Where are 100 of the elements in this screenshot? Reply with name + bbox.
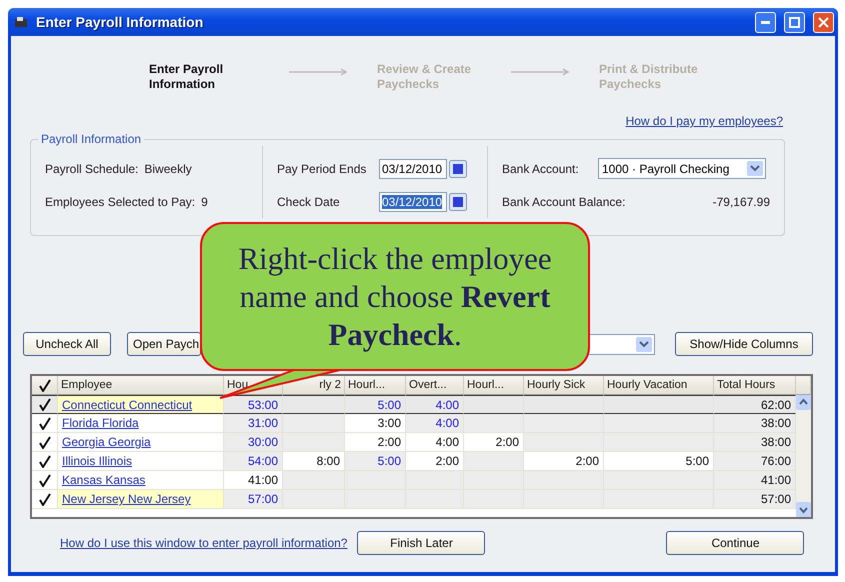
table-cell: 4:00 — [406, 414, 464, 433]
table-cell — [283, 471, 345, 490]
app-icon — [14, 16, 28, 28]
step-label: Review & Create Paychecks — [377, 62, 472, 92]
check-icon — [38, 398, 50, 411]
table-cell: 76:00 — [714, 452, 796, 471]
check-icon — [38, 492, 50, 506]
column-header[interactable]: Hourly Vacation — [604, 376, 714, 395]
field-label: Check Date — [277, 194, 341, 208]
column-header[interactable]: Overt... — [406, 376, 464, 395]
table-cell: 38:00 — [714, 414, 796, 433]
column-header[interactable]: Hourl... — [464, 376, 524, 395]
table-cell: 5:00 — [345, 395, 406, 414]
table-cell: 4:00 — [406, 395, 464, 414]
calendar-icon[interactable] — [449, 192, 467, 210]
table-cell: 3:00 — [345, 414, 406, 433]
date-field[interactable]: 03/12/2010 — [379, 158, 447, 178]
check-icon — [38, 436, 50, 448]
scroll-up-icon[interactable] — [796, 395, 811, 410]
row-checkbox[interactable] — [32, 395, 58, 414]
employee-link[interactable]: Connecticut Connecticut — [62, 398, 192, 412]
check-icon — [38, 474, 50, 486]
arrow-icon — [511, 68, 569, 76]
uncheck-all-button[interactable]: Uncheck All — [23, 332, 111, 356]
bank-account-dropdown[interactable]: 1000 · Payroll Checking — [598, 158, 766, 179]
table-cell: 62:00 — [714, 395, 796, 414]
column-header — [796, 376, 811, 395]
table-cell — [406, 490, 464, 509]
table-cell — [464, 490, 524, 509]
help-link[interactable]: How do I use this window to enter payroll information? — [60, 536, 348, 550]
table-cell — [464, 414, 524, 433]
table-cell: 2:00 — [345, 433, 406, 452]
step-label: Print & Distribute Paychecks — [599, 62, 699, 92]
field-label: Bank Account: — [502, 162, 580, 176]
field-value: Biweekly — [144, 162, 192, 176]
check-icon — [38, 416, 50, 430]
field-value: -79,167.99 — [712, 194, 770, 208]
table-cell: 5:00 — [604, 452, 714, 471]
table-cell: 2:00 — [464, 433, 524, 452]
maximize-button[interactable] — [784, 12, 805, 32]
table-cell: 41:00 — [714, 471, 796, 490]
table-cell — [283, 490, 345, 509]
employee-link[interactable]: Kansas Kansas — [62, 473, 146, 487]
scroll-down-icon[interactable] — [796, 502, 811, 517]
minimize-button[interactable] — [755, 12, 776, 32]
table-cell: 53:00 — [224, 395, 283, 414]
step-label: Enter Payroll Information — [149, 62, 224, 92]
employee-link[interactable]: New Jersey New Jersey — [62, 492, 191, 506]
table-cell: 8:00 — [283, 452, 345, 471]
table-cell: 30:00 — [224, 433, 283, 452]
table-cell — [464, 471, 524, 490]
minimize-icon — [761, 20, 770, 24]
table-cell — [283, 414, 345, 433]
column-header[interactable]: Employee — [58, 376, 224, 395]
field-label: Payroll Schedule: — [45, 162, 138, 176]
table-cell: 38:00 — [714, 433, 796, 452]
table-cell: 2:00 — [406, 452, 464, 471]
open-paycheck-button[interactable]: Open Paych — [127, 332, 201, 356]
table-cell: 4:00 — [406, 433, 464, 452]
dropdown[interactable] — [587, 334, 655, 354]
table-cell — [345, 471, 406, 490]
table-cell: 5:00 — [345, 452, 406, 471]
table-cell — [464, 395, 524, 414]
check-icon — [38, 378, 50, 392]
column-header[interactable] — [32, 376, 58, 395]
chevron-down-icon[interactable] — [747, 161, 763, 176]
scrollbar[interactable] — [796, 395, 811, 517]
close-button[interactable] — [813, 12, 834, 32]
maximize-icon — [789, 16, 800, 28]
table-cell: 2:00 — [524, 452, 604, 471]
callout-text: Right-click the employee name and choose Revert Paycheck. — [237, 240, 553, 354]
employee-link[interactable]: Florida Florida — [62, 416, 139, 430]
table-cell: 31:00 — [224, 414, 283, 433]
table-cell — [345, 490, 406, 509]
chevron-down-icon[interactable] — [636, 336, 652, 352]
show-hide-columns-button[interactable]: Show/Hide Columns — [675, 332, 813, 356]
continue-button[interactable]: Continue — [666, 531, 804, 555]
finish-later-button[interactable]: Finish Later — [357, 531, 486, 555]
table-cell — [464, 452, 524, 471]
table-cell: 54:00 — [224, 452, 283, 471]
table-cell — [283, 395, 345, 414]
field-label: Pay Period Ends — [277, 162, 368, 176]
field-value: 9 — [201, 194, 208, 208]
column-header[interactable]: Total Hours — [714, 376, 796, 395]
employee-link[interactable]: Illinois Illinois — [62, 454, 132, 468]
calendar-icon[interactable] — [449, 160, 467, 178]
field-label: Bank Account Balance: — [502, 194, 626, 208]
check-icon — [38, 454, 50, 468]
employee-link[interactable]: Georgia Georgia — [62, 435, 151, 449]
date-field[interactable]: 03/12/2010 — [379, 192, 447, 212]
table-cell: 57:00 — [714, 490, 796, 509]
table-cell — [283, 433, 345, 452]
window-title: Enter Payroll Information — [36, 14, 204, 30]
close-icon — [818, 16, 829, 28]
arrow-icon — [289, 68, 347, 76]
help-link[interactable]: How do I pay my employees? — [626, 114, 783, 128]
column-header[interactable]: Hourl... — [345, 376, 406, 395]
table-cell: 57:00 — [224, 490, 283, 509]
table-cell — [406, 471, 464, 490]
column-header[interactable]: Hourly Sick — [524, 376, 604, 395]
